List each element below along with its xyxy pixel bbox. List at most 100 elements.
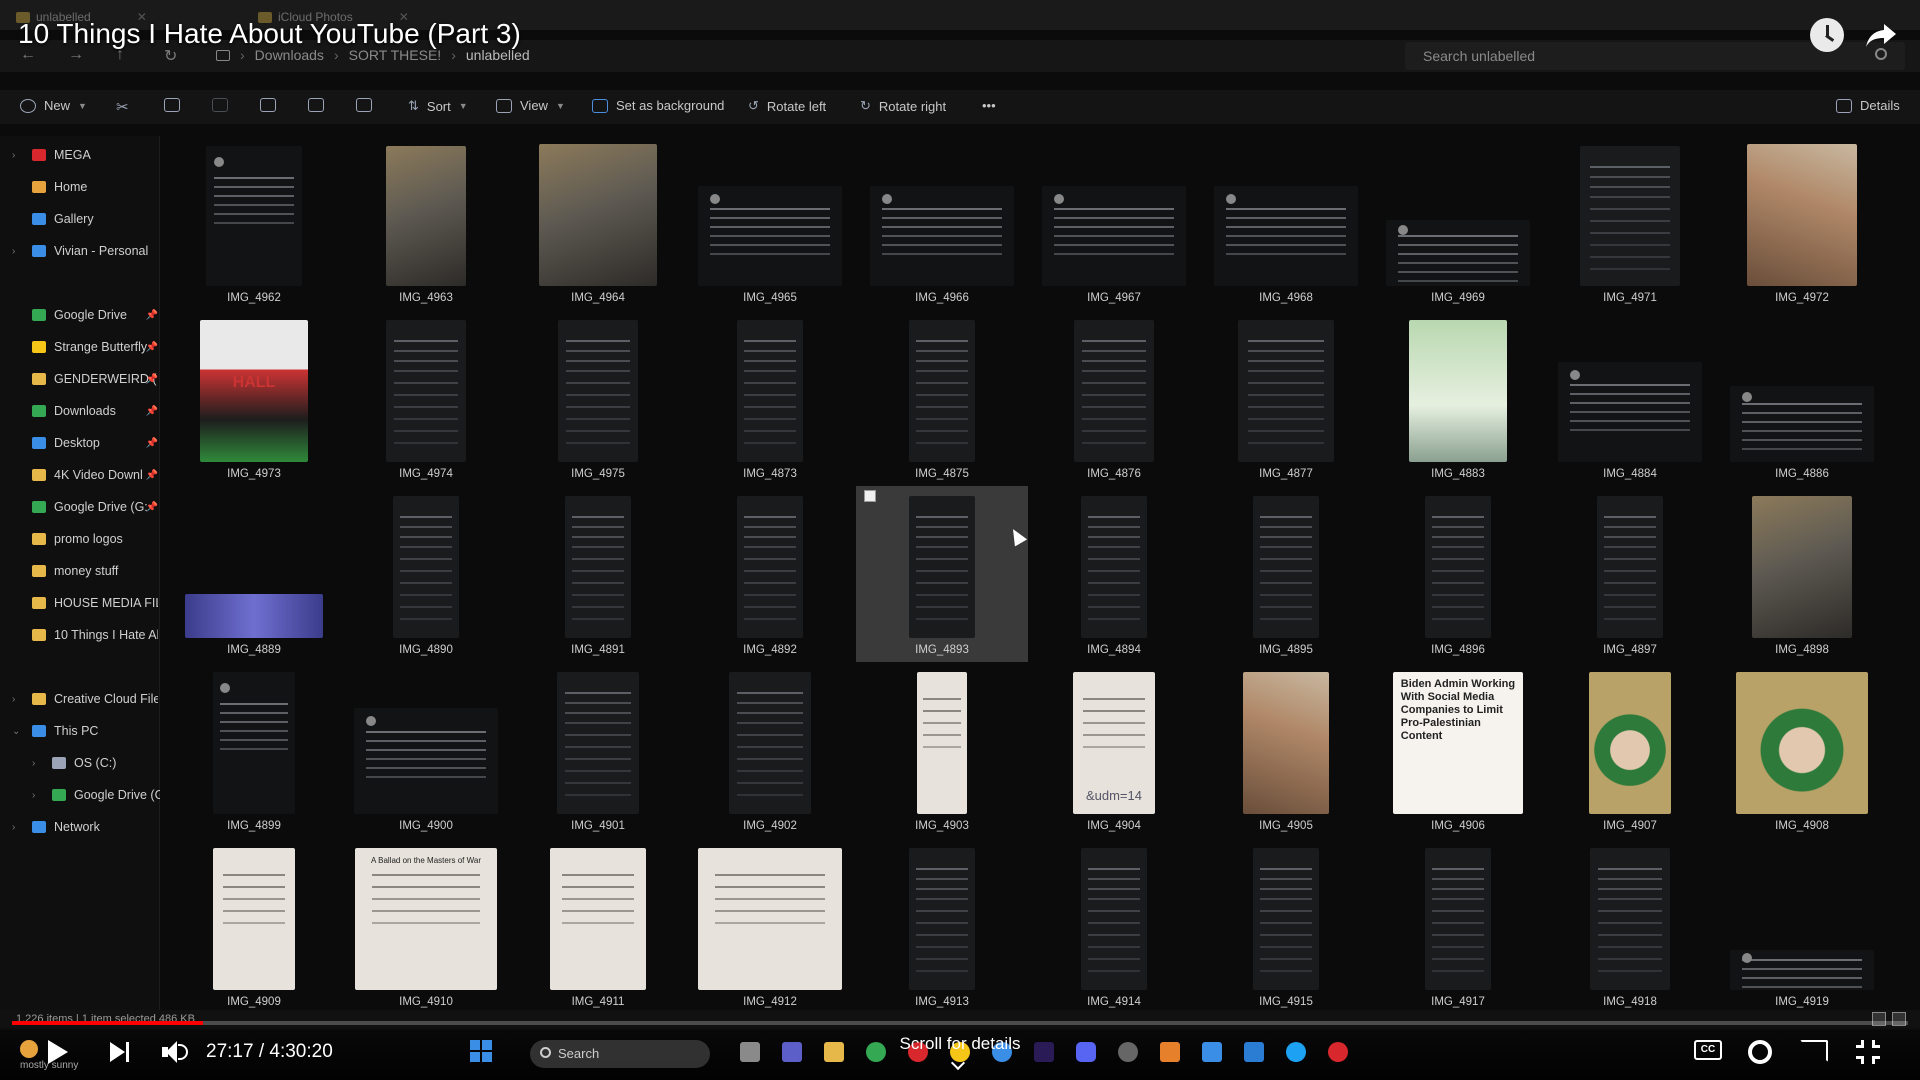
rotate-left-button[interactable]: ↺ Rotate left [748, 98, 826, 114]
file-item[interactable]: IMG_4902 [684, 662, 856, 838]
file-item[interactable]: HALL IMG_4973 [168, 310, 340, 486]
share-icon[interactable] [1864, 20, 1898, 50]
chevron-right-icon[interactable]: › [32, 758, 35, 769]
settings-gear-icon[interactable] [1748, 1040, 1772, 1064]
chevron-right-icon[interactable]: › [32, 790, 35, 801]
file-item[interactable]: IMG_4873 [684, 310, 856, 486]
sidebar-item[interactable]: Gallery [32, 212, 158, 226]
file-item[interactable]: IMG_4886 [1716, 310, 1888, 486]
file-item[interactable]: IMG_4914 [1028, 838, 1200, 1014]
file-item[interactable]: IMG_4876 [1028, 310, 1200, 486]
file-item[interactable]: IMG_4908 [1716, 662, 1888, 838]
file-item[interactable]: IMG_4917 [1372, 838, 1544, 1014]
file-item[interactable]: IMG_4918 [1544, 838, 1716, 1014]
copy-button[interactable] [164, 98, 180, 112]
file-item[interactable]: IMG_4893 [856, 486, 1028, 662]
file-item[interactable]: IMG_4897 [1544, 486, 1716, 662]
cut-button[interactable]: ✂ [116, 98, 129, 116]
file-item[interactable]: Biden Admin Working With Social Media Co… [1372, 662, 1544, 838]
pin-icon[interactable]: 📌 [146, 502, 158, 513]
file-item[interactable]: IMG_4892 [684, 486, 856, 662]
watch-later-icon[interactable] [1810, 18, 1844, 52]
file-item[interactable]: IMG_4966 [856, 134, 1028, 310]
file-item[interactable]: IMG_4964 [512, 134, 684, 310]
file-item[interactable]: IMG_4974 [340, 310, 512, 486]
pin-icon[interactable]: 📌 [146, 470, 158, 481]
rename-button[interactable] [260, 98, 276, 112]
file-item[interactable]: IMG_4900 [340, 662, 512, 838]
file-item[interactable]: IMG_4907 [1544, 662, 1716, 838]
pin-icon[interactable]: 📌 [146, 310, 158, 321]
file-item[interactable]: IMG_4901 [512, 662, 684, 838]
file-item[interactable]: IMG_4963 [340, 134, 512, 310]
file-item[interactable]: IMG_4894 [1028, 486, 1200, 662]
sidebar-item[interactable]: HOUSE MEDIA FILE [32, 596, 158, 610]
sidebar-item[interactable]: Strange Butterfly 📌 [32, 340, 158, 354]
sidebar-item[interactable]: Network [32, 820, 158, 834]
sidebar-item[interactable]: Creative Cloud File [32, 692, 158, 706]
sidebar-item[interactable]: Desktop 📌 [32, 436, 158, 450]
file-item[interactable]: &udm=14 IMG_4904 [1028, 662, 1200, 838]
file-item[interactable]: IMG_4890 [340, 486, 512, 662]
selection-checkbox[interactable] [864, 490, 876, 502]
file-item[interactable]: IMG_4911 [512, 838, 684, 1014]
file-item[interactable]: IMG_4899 [168, 662, 340, 838]
view-button[interactable]: View ▼ [496, 98, 565, 113]
delete-button[interactable] [356, 98, 372, 112]
file-item[interactable]: IMG_4967 [1028, 134, 1200, 310]
file-item[interactable]: IMG_4884 [1544, 310, 1716, 486]
sidebar-item[interactable]: 4K Video Downl 📌 [32, 468, 158, 482]
sidebar-item[interactable]: Google Drive 📌 [32, 308, 158, 322]
file-item[interactable]: IMG_4965 [684, 134, 856, 310]
chevron-right-icon[interactable]: › [12, 694, 15, 705]
rotate-right-button[interactable]: ↻ Rotate right [860, 98, 946, 114]
paste-button[interactable] [212, 98, 228, 112]
sidebar-item[interactable]: Google Drive (G: 📌 [32, 500, 158, 514]
pin-icon[interactable]: 📌 [146, 438, 158, 449]
sidebar-item[interactable]: Vivian - Personal [32, 244, 158, 258]
file-item[interactable]: IMG_4903 [856, 662, 1028, 838]
file-item[interactable]: IMG_4975 [512, 310, 684, 486]
sidebar-item[interactable]: money stuff [32, 564, 158, 578]
share-file-button[interactable] [308, 98, 324, 112]
more-options-button[interactable]: ••• [982, 98, 996, 113]
file-item[interactable]: A Ballad on the Masters of War IMG_4910 [340, 838, 512, 1014]
file-item[interactable]: IMG_4875 [856, 310, 1028, 486]
chevron-down-icon[interactable]: ⌄ [12, 726, 20, 737]
file-item[interactable]: IMG_4971 [1544, 134, 1716, 310]
file-item[interactable]: IMG_4896 [1372, 486, 1544, 662]
chevron-right-icon[interactable]: › [12, 246, 15, 257]
file-item[interactable]: IMG_4891 [512, 486, 684, 662]
cast-icon[interactable] [1800, 1040, 1828, 1062]
sidebar-item[interactable]: Home [32, 180, 158, 194]
details-button[interactable]: Details [1836, 98, 1900, 113]
file-item[interactable]: IMG_4905 [1200, 662, 1372, 838]
file-item[interactable]: IMG_4889 [168, 486, 340, 662]
pin-icon[interactable]: 📌 [146, 374, 158, 385]
progress-bar[interactable] [12, 1021, 1908, 1025]
scroll-for-details-hint[interactable]: Scroll for details [0, 1034, 1920, 1054]
file-item[interactable]: IMG_4968 [1200, 134, 1372, 310]
sidebar-item[interactable]: Downloads 📌 [32, 404, 158, 418]
chevron-right-icon[interactable]: › [12, 822, 15, 833]
file-item[interactable]: IMG_4913 [856, 838, 1028, 1014]
pin-icon[interactable]: 📌 [146, 342, 158, 353]
sidebar-item[interactable]: 10 Things I Hate Ab [32, 628, 158, 642]
sort-button[interactable]: ⇅ Sort ▼ [408, 98, 468, 114]
file-item[interactable]: IMG_4915 [1200, 838, 1372, 1014]
file-item[interactable]: IMG_4909 [168, 838, 340, 1014]
fullscreen-exit-icon[interactable] [1856, 1040, 1880, 1064]
new-button[interactable]: New ▼ [20, 98, 87, 113]
file-item[interactable]: IMG_4883 [1372, 310, 1544, 486]
file-item[interactable]: IMG_4895 [1200, 486, 1372, 662]
video-title[interactable]: 10 Things I Hate About YouTube (Part 3) [18, 18, 521, 50]
file-item[interactable]: IMG_4969 [1372, 134, 1544, 310]
file-item[interactable]: IMG_4972 [1716, 134, 1888, 310]
sidebar-item[interactable]: promo logos [32, 532, 158, 546]
pin-icon[interactable]: 📌 [146, 406, 158, 417]
sidebar-item[interactable]: GENDERWEIRD (📌 [32, 372, 158, 386]
file-item[interactable]: IMG_4912 [684, 838, 856, 1014]
captions-button[interactable]: CC [1694, 1040, 1722, 1060]
file-item[interactable]: IMG_4898 [1716, 486, 1888, 662]
file-item[interactable]: IMG_4962 [168, 134, 340, 310]
